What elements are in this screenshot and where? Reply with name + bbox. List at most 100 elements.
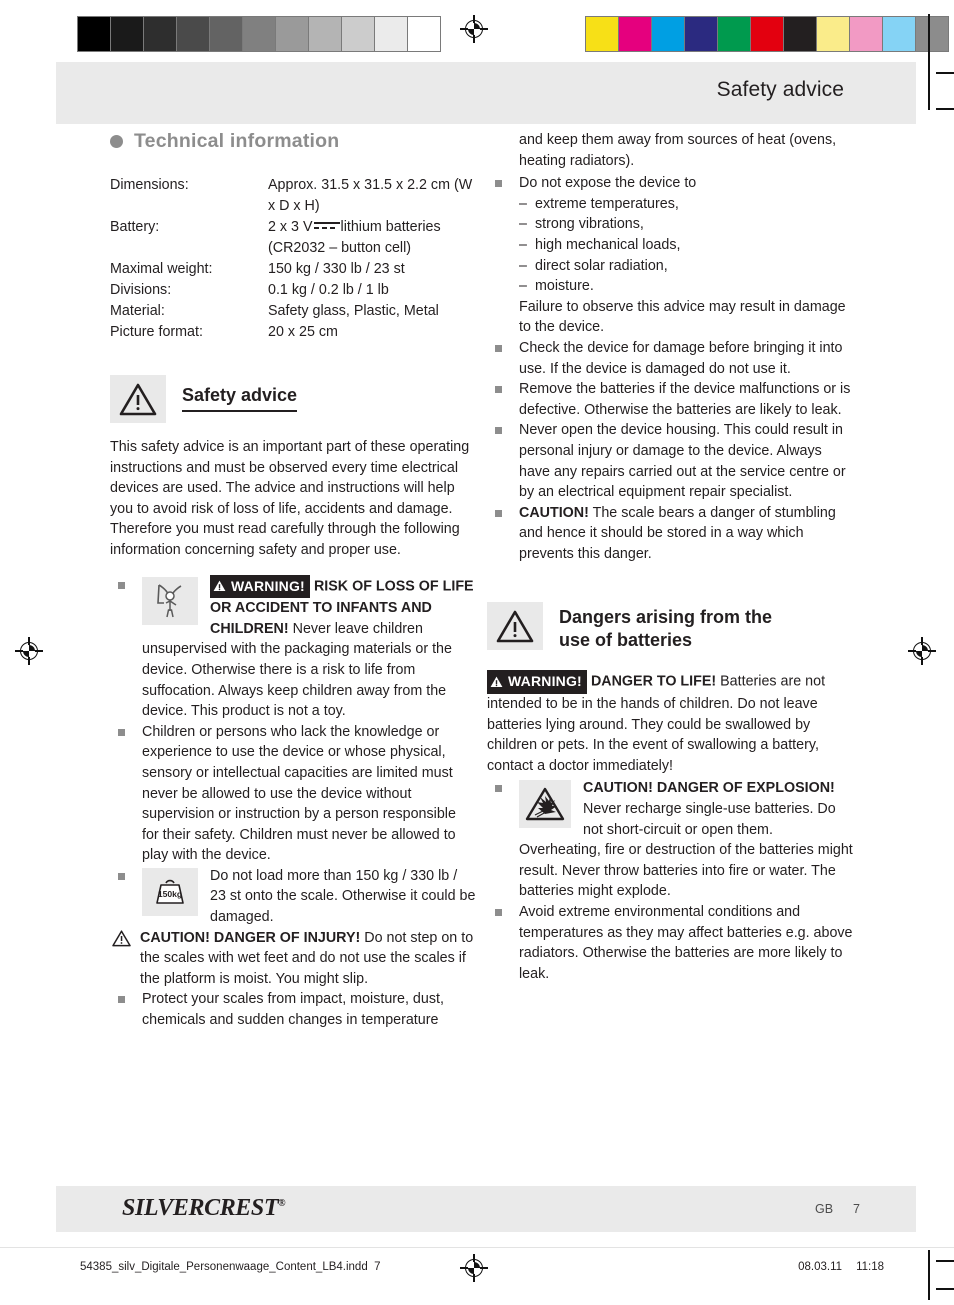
- left-column: Technical information Dimensions: Approx…: [110, 130, 476, 1031]
- table-row: Dimensions: Approx. 31.5 x 31.5 x 2.2 cm…: [110, 175, 476, 217]
- batteries-danger-paragraph: WARNING! DANGER TO LIFE! Batteries are n…: [487, 670, 853, 776]
- warning-triangle-small-icon: [213, 580, 226, 592]
- page-header-band: Safety advice: [56, 62, 916, 124]
- trim-mark: [936, 108, 954, 110]
- continuation-text: and keep them away from sources of heat …: [519, 132, 837, 169]
- table-row: Maximal weight: 150 kg / 330 lb / 23 st: [110, 259, 476, 280]
- registration-mark-left-icon: [15, 637, 43, 665]
- slug-timestamp: 08.03.11 11:18: [784, 1261, 884, 1273]
- list-item: high mechanical loads,: [519, 235, 853, 256]
- warning-badge-label: WARNING!: [231, 577, 305, 594]
- grayscale-calibration-bar: [77, 16, 441, 52]
- left-safety-bullet-list: WARNING! RISK OF LOSS OF LIFE OR ACCIDEN…: [110, 574, 476, 1031]
- page-footer-band: SILVERCREST® GB 7: [56, 1186, 916, 1232]
- stumble-caution-bold: CAUTION!: [519, 504, 589, 521]
- calibration-swatch: [850, 17, 883, 51]
- calibration-swatch: [751, 17, 784, 51]
- logo-text: SILVERCREST: [122, 1195, 279, 1221]
- spec-value: Approx. 31.5 x 31.5 x 2.2 cm (W x D x H): [268, 177, 473, 214]
- calibration-swatch: [408, 17, 440, 51]
- calibration-swatch: [78, 17, 111, 51]
- safety-advice-section-heading: Safety advice: [110, 375, 476, 423]
- caution-triangle-icon: [112, 930, 131, 954]
- list-item-do-not-expose: Do not expose the device to extreme temp…: [487, 173, 853, 338]
- list-item: strong vibrations,: [519, 214, 853, 235]
- trim-mark: [928, 14, 930, 110]
- trim-mark: [936, 1288, 954, 1290]
- language-code: GB: [814, 1202, 834, 1216]
- list-item-injury-caution: CAUTION! DANGER OF INJURY! Do not step o…: [110, 928, 476, 990]
- max-weight-pictogram-icon: 150kg: [142, 867, 198, 916]
- list-item-never-open: Never open the device housing. This coul…: [487, 420, 853, 502]
- calibration-swatch: [784, 17, 817, 51]
- expose-tail-text: Failure to observe this advice may resul…: [519, 298, 846, 336]
- spec-label: Battery:: [110, 219, 160, 235]
- warning-triangle-icon: [487, 602, 543, 651]
- calibration-swatch: [243, 17, 276, 51]
- list-item-protect: Protect your scales from impact, moistur…: [110, 989, 476, 1030]
- table-row: Picture format: 20 x 25 cm: [110, 322, 476, 343]
- list-item-check-device: Check the device for damage before bring…: [487, 338, 853, 379]
- calibration-swatch: [210, 17, 243, 51]
- warning-triangle-small-icon: [490, 676, 503, 688]
- child-suffocation-pictogram-icon: [142, 576, 198, 625]
- children-warning-text: Never leave children unsupervised with t…: [142, 620, 452, 720]
- calibration-swatch: [619, 17, 652, 51]
- warning-triangle-icon: [110, 375, 166, 423]
- table-row: Divisions: 0.1 kg / 0.2 lb / 1 lb: [110, 280, 476, 301]
- registration-mark-right-icon: [908, 637, 936, 665]
- calibration-swatch: [883, 17, 916, 51]
- spec-value: 20 x 25 cm: [268, 324, 338, 340]
- batteries-heading-line1: Dangers arising from the: [559, 607, 773, 628]
- page-title: Safety advice: [716, 78, 844, 101]
- batteries-heading-label: Dangers arising from the use of batterie…: [559, 602, 772, 652]
- list-item-children-warning: WARNING! RISK OF LOSS OF LIFE OR ACCIDEN…: [110, 574, 476, 722]
- list-item: extreme temperatures,: [519, 194, 853, 215]
- list-item-remove-batteries: Remove the batteries if the device malfu…: [487, 379, 853, 420]
- warning-badge: WARNING!: [210, 574, 310, 599]
- calibration-swatch: [177, 17, 210, 51]
- page-number: 7: [853, 1202, 860, 1216]
- footer-page-info: GB 7: [815, 1202, 860, 1216]
- calibration-swatch: [111, 17, 144, 51]
- slug-divider: [0, 1247, 954, 1248]
- spec-label: Divisions:: [110, 282, 172, 298]
- batteries-heading-line2: use of batteries: [559, 630, 693, 651]
- safety-advice-intro: This safety advice is an important part …: [110, 439, 470, 558]
- battery-value-pre: 2 x 3 V: [268, 219, 313, 235]
- color-calibration-bar: [585, 16, 949, 52]
- list-item: direct solar radiation,: [519, 256, 853, 277]
- batteries-section-heading: Dangers arising from the use of batterie…: [487, 602, 853, 652]
- registration-mark-top-icon: [460, 15, 488, 43]
- calibration-swatch: [586, 17, 619, 51]
- max-weight-icon-label: 150kg: [158, 889, 182, 899]
- warning-badge: WARNING!: [487, 670, 587, 695]
- right-safety-bullet-list: Do not expose the device to extreme temp…: [487, 173, 853, 564]
- safety-advice-heading-label: Safety advice: [182, 375, 298, 412]
- slug-file: 54385_silv_Digitale_Personenwaage_Conten…: [80, 1261, 368, 1273]
- calibration-swatch: [817, 17, 850, 51]
- list-item-knowledge: Children or persons who lack the knowled…: [110, 722, 476, 866]
- slug-date: 08.03.11: [798, 1261, 843, 1273]
- calibration-swatch: [652, 17, 685, 51]
- danger-to-life-bold: DANGER TO LIFE!: [590, 673, 717, 690]
- warning-badge-label: WARNING!: [508, 673, 582, 690]
- explosion-caution-bold: CAUTION! DANGER OF EXPLOSION!: [583, 780, 835, 797]
- table-row: Material: Safety glass, Plastic, Metal: [110, 301, 476, 322]
- technical-specs-table: Dimensions: Approx. 31.5 x 31.5 x 2.2 cm…: [110, 175, 476, 343]
- document-page: Safety advice Technical information Dime…: [0, 0, 954, 1305]
- calibration-swatch: [309, 17, 342, 51]
- right-column: and keep them away from sources of heat …: [487, 130, 853, 984]
- explosion-pictogram-icon: [519, 780, 571, 829]
- table-row: Battery: 2 x 3 Vlithium batteries (CR203…: [110, 217, 476, 259]
- injury-caution-bold: CAUTION! DANGER OF INJURY!: [140, 929, 361, 946]
- calibration-swatch: [144, 17, 177, 51]
- bullet-dot-icon: [110, 135, 123, 148]
- slug-file-page: 7: [374, 1261, 381, 1273]
- batteries-bullet-list: CAUTION! DANGER OF EXPLOSION! Never rech…: [487, 778, 853, 984]
- calibration-swatch: [276, 17, 309, 51]
- slug-filename: 54385_silv_Digitale_Personenwaage_Conten…: [80, 1261, 381, 1273]
- registered-trademark-icon: ®: [278, 1198, 286, 1209]
- spec-label: Maximal weight:: [110, 261, 213, 277]
- spec-value: 0.1 kg / 0.2 lb / 1 lb: [268, 282, 389, 298]
